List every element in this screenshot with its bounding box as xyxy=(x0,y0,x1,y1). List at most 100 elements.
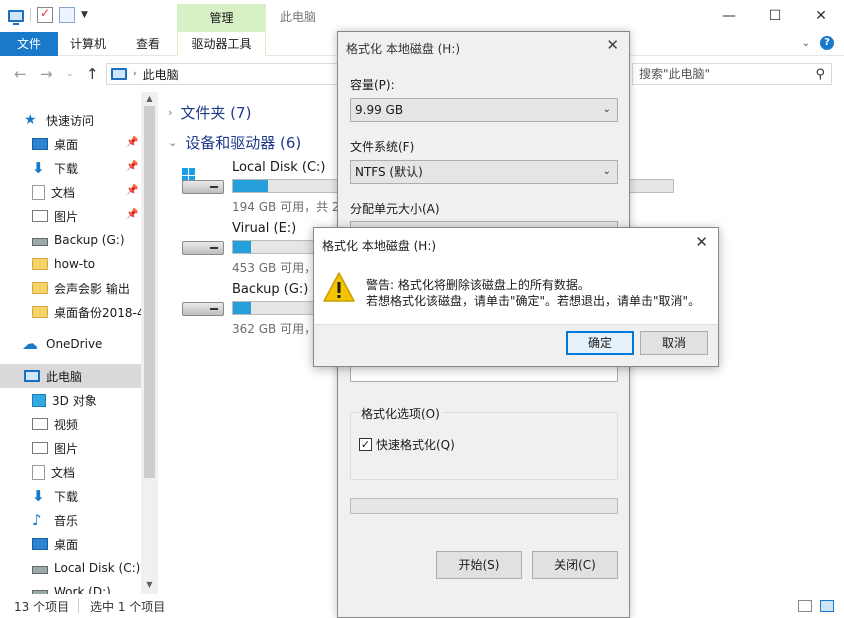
breadcrumb[interactable]: 此电脑 xyxy=(143,66,179,83)
sidebar-item-label: Work (D:) xyxy=(54,585,111,594)
close-icon: ✕ xyxy=(815,8,827,24)
sidebar-item-documents-2[interactable]: 文档 xyxy=(32,460,158,484)
filesystem-select[interactable]: NTFS (默认) ⌄ xyxy=(350,160,618,184)
sidebar-item-desktop-2[interactable]: 桌面 xyxy=(32,532,158,556)
allocation-label: 分配单元大小(A) xyxy=(350,202,440,216)
tab-computer[interactable]: 计算机 xyxy=(70,32,106,56)
drive-usage-fill xyxy=(233,302,251,314)
sidebar-item-downloads[interactable]: ⬇ 下载 📌 xyxy=(32,156,158,180)
pc-icon xyxy=(24,370,40,382)
sidebar-item-label: 文档 xyxy=(51,465,76,480)
scroll-down-icon[interactable]: ▼ xyxy=(141,580,158,589)
drive-name: Backup (G:) xyxy=(232,282,309,297)
close-icon: ✕ xyxy=(606,36,619,54)
drive-name: Virual (E:) xyxy=(232,221,297,236)
maximize-button[interactable]: ☐ xyxy=(752,0,798,32)
sidebar-item-label: 会声会影 输出 xyxy=(54,281,130,296)
details-view-icon[interactable] xyxy=(798,600,812,612)
tab-view[interactable]: 查看 xyxy=(136,32,160,56)
warning-message-line-2: 若想格式化该磁盘，请单击"确定"。若想退出，请单击"取消"。 xyxy=(366,294,701,308)
sidebar-item-label: 快速访问 xyxy=(46,113,95,128)
sidebar-item-documents[interactable]: 文档 📌 xyxy=(32,180,158,204)
filesystem-label: 文件系统(F) xyxy=(350,140,415,154)
warning-message-line-1: 警告: 格式化将删除该磁盘上的所有数据。 xyxy=(366,278,590,292)
back-arrow-icon[interactable]: ← xyxy=(14,65,27,83)
ribbon-controls: ⌄ ? xyxy=(802,36,834,50)
scroll-thumb[interactable] xyxy=(144,106,155,478)
collapse-chevron-icon[interactable]: ⌄ xyxy=(168,136,177,149)
sidebar-item-how-to[interactable]: how-to xyxy=(32,252,158,276)
dialog-close-button[interactable]: ✕ xyxy=(695,233,708,251)
folder-icon xyxy=(32,282,48,294)
drive-name: Local Disk (C:) xyxy=(232,160,326,175)
sidebar-item-label: 下载 xyxy=(54,161,79,176)
document-icon xyxy=(32,184,45,200)
checkbox-label: 快速格式化(Q) xyxy=(376,438,455,452)
sidebar-item-quick-access[interactable]: ★ 快速访问 xyxy=(24,108,158,132)
sidebar-item-desktop[interactable]: 桌面 📌 xyxy=(32,132,158,156)
chevron-down-icon: ⌄ xyxy=(602,104,611,115)
capacity-label: 容量(P): xyxy=(350,78,395,92)
dialog-button-bar: 确定 取消 xyxy=(314,324,718,366)
breadcrumb-chevron-icon[interactable]: › xyxy=(133,69,137,79)
sidebar-item-music[interactable]: ♪ 音乐 xyxy=(32,508,158,532)
sidebar-item-desktop-backup[interactable]: 桌面备份2018-4 xyxy=(32,300,141,324)
search-input[interactable]: 搜索"此电脑" ⚲ xyxy=(632,63,832,85)
qat-dropdown-icon[interactable]: ▼ xyxy=(81,10,88,20)
sidebar-item-label: 桌面备份2018-4 xyxy=(54,305,141,320)
new-folder-icon[interactable] xyxy=(59,7,75,23)
sidebar-item-work-d[interactable]: Work (D:) xyxy=(32,580,158,594)
sidebar-item-label: 3D 对象 xyxy=(52,393,97,408)
cancel-button[interactable]: 取消 xyxy=(640,331,708,355)
sidebar-item-local-disk-c[interactable]: Local Disk (C:) xyxy=(32,556,158,580)
picture-icon xyxy=(32,442,48,454)
hard-drive-icon xyxy=(180,235,226,257)
close-dialog-button[interactable]: 关闭(C) xyxy=(532,551,618,579)
divider xyxy=(78,599,79,613)
sidebar-item-onedrive[interactable]: ☁ OneDrive xyxy=(22,332,158,356)
video-icon xyxy=(32,418,48,430)
filesystem-value: NTFS (默认) xyxy=(355,165,423,179)
sidebar-item-pictures[interactable]: 图片 📌 xyxy=(32,204,158,228)
scroll-up-icon[interactable]: ▲ xyxy=(141,94,158,103)
forward-arrow-icon[interactable]: → xyxy=(40,65,53,83)
group-title: 设备和驱动器 (6) xyxy=(185,134,302,152)
expand-ribbon-icon[interactable]: ⌄ xyxy=(802,38,810,49)
minimize-icon: — xyxy=(722,8,736,24)
sidebar-item-label: 图片 xyxy=(54,441,79,456)
maximize-icon: ☐ xyxy=(768,8,782,24)
group-folders[interactable]: › 文件夹 (7) xyxy=(168,102,251,123)
tab-file[interactable]: 文件 xyxy=(0,32,58,56)
dialog-close-button[interactable]: ✕ xyxy=(606,36,619,54)
sidebar-scrollbar[interactable]: ▲ ▼ xyxy=(141,92,158,594)
drive-icon xyxy=(32,238,48,246)
document-icon xyxy=(32,464,45,480)
capacity-select[interactable]: 9.99 GB ⌄ xyxy=(350,98,618,122)
group-devices[interactable]: ⌄ 设备和驱动器 (6) xyxy=(168,132,301,153)
drive-icon xyxy=(32,566,48,574)
recent-chevron-icon[interactable]: ⌄ xyxy=(66,69,74,79)
tab-manage[interactable]: 管理 xyxy=(177,4,266,32)
tab-drive-tools[interactable]: 驱动器工具 xyxy=(177,32,266,56)
navigation-pane: ★ 快速访问 桌面 📌 ⬇ 下载 📌 文档 📌 图片 📌 Backup (G:)… xyxy=(0,92,158,594)
sidebar-item-pictures-2[interactable]: 图片 xyxy=(32,436,158,460)
expand-chevron-icon[interactable]: › xyxy=(168,106,172,119)
sidebar-item-label: OneDrive xyxy=(46,337,103,351)
sidebar-item-backup-g[interactable]: Backup (G:) xyxy=(32,228,158,252)
minimize-button[interactable]: — xyxy=(706,0,752,32)
large-icons-view-icon[interactable] xyxy=(820,600,834,612)
up-arrow-icon[interactable]: ↑ xyxy=(86,65,99,83)
sidebar-item-video-output[interactable]: 会声会影 输出 xyxy=(32,276,141,300)
start-button[interactable]: 开始(S) xyxy=(436,551,522,579)
properties-icon[interactable] xyxy=(37,6,53,23)
help-icon[interactable]: ? xyxy=(820,36,834,50)
quick-format-checkbox[interactable]: ✓ 快速格式化(Q) xyxy=(359,436,455,453)
sidebar-item-videos[interactable]: 视频 xyxy=(32,412,158,436)
sidebar-item-3d-objects[interactable]: 3D 对象 xyxy=(32,388,158,412)
folder-icon xyxy=(32,306,48,318)
ok-button[interactable]: 确定 xyxy=(566,331,634,355)
sidebar-item-downloads-2[interactable]: ⬇ 下载 xyxy=(32,484,158,508)
group-title: 格式化选项(O) xyxy=(359,405,442,422)
sidebar-item-this-pc[interactable]: 此电脑 xyxy=(0,364,141,388)
close-button[interactable]: ✕ xyxy=(798,0,844,32)
